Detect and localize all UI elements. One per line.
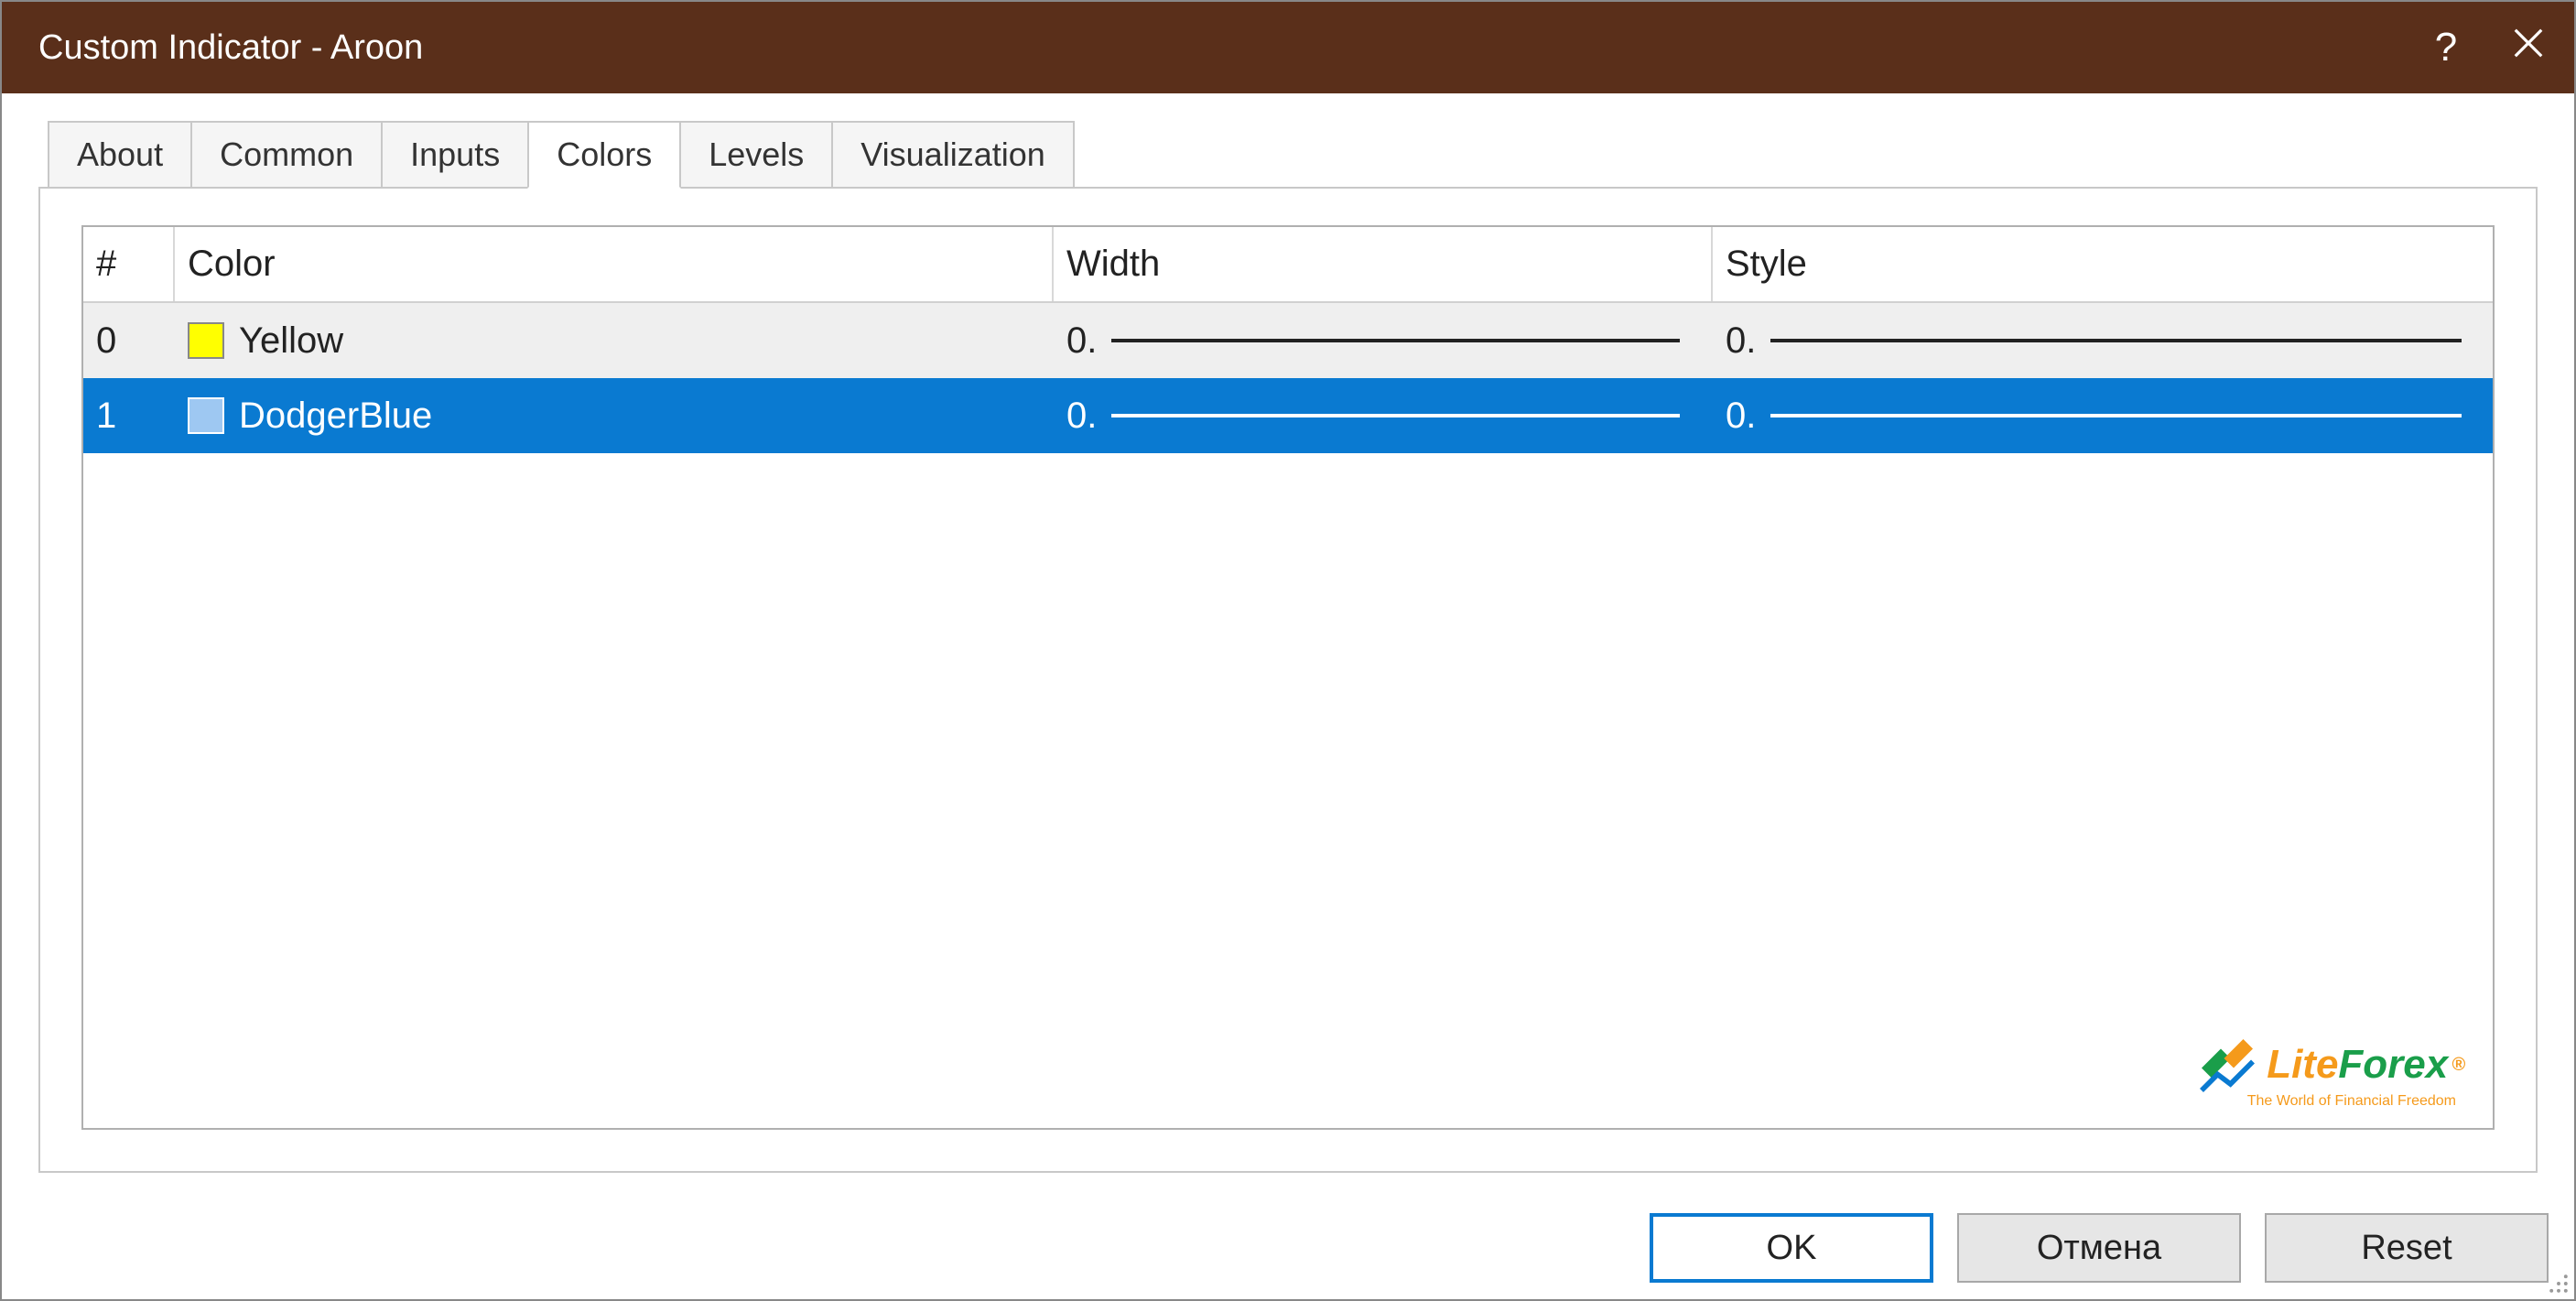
titlebar: Custom Indicator - Aroon ? — [2, 2, 2574, 93]
line-style-sample-icon — [1770, 339, 2462, 342]
tab-strip: About Common Inputs Colors Levels Visual… — [48, 121, 2538, 187]
table-row[interactable]: 1 DodgerBlue 0. 0. — [83, 378, 2493, 453]
tab-inputs[interactable]: Inputs — [381, 121, 529, 187]
header-color[interactable]: Color — [175, 227, 1054, 301]
header-index[interactable]: # — [83, 227, 175, 301]
cell-style: 0. — [1713, 378, 2493, 453]
watermark-logo: LiteForex® The World of Financial Freedo… — [2195, 1033, 2465, 1110]
cell-index: 0 — [83, 303, 175, 378]
style-value: 0. — [1726, 396, 1756, 437]
colors-table: # Color Width Style 0 Yellow 0. — [81, 225, 2495, 1130]
cancel-button[interactable]: Отмена — [1957, 1213, 2241, 1283]
tab-levels[interactable]: Levels — [679, 121, 833, 187]
close-icon — [2511, 26, 2546, 60]
indicator-properties-dialog: Custom Indicator - Aroon ? About Common … — [0, 0, 2576, 1301]
table-header: # Color Width Style — [83, 227, 2493, 303]
liteforex-logo-icon — [2195, 1033, 2259, 1097]
resize-grip-icon[interactable] — [2547, 1272, 2571, 1296]
color-swatch-icon — [188, 322, 224, 359]
line-width-sample-icon — [1111, 339, 1680, 342]
header-style[interactable]: Style — [1713, 227, 2493, 301]
tab-panel-colors: # Color Width Style 0 Yellow 0. — [38, 187, 2538, 1173]
ok-button[interactable]: OK — [1650, 1213, 1933, 1283]
width-value: 0. — [1066, 320, 1097, 362]
style-value: 0. — [1726, 320, 1756, 362]
cell-color: DodgerBlue — [175, 378, 1054, 453]
reset-button[interactable]: Reset — [2265, 1213, 2549, 1283]
cell-style: 0. — [1713, 303, 2493, 378]
tab-visualization[interactable]: Visualization — [831, 121, 1074, 187]
color-name: DodgerBlue — [239, 396, 432, 437]
window-title: Custom Indicator - Aroon — [38, 28, 2419, 68]
line-width-sample-icon — [1111, 414, 1680, 417]
color-swatch-icon — [188, 397, 224, 434]
cell-index: 1 — [83, 378, 175, 453]
width-value: 0. — [1066, 396, 1097, 437]
tab-about[interactable]: About — [48, 121, 192, 187]
header-width[interactable]: Width — [1054, 227, 1713, 301]
cell-width: 0. — [1054, 303, 1713, 378]
tab-colors[interactable]: Colors — [527, 121, 681, 189]
titlebar-controls: ? — [2419, 25, 2556, 70]
table-row[interactable]: 0 Yellow 0. 0. — [83, 303, 2493, 378]
color-name: Yellow — [239, 320, 343, 362]
content-area: About Common Inputs Colors Levels Visual… — [2, 93, 2574, 1191]
cell-width: 0. — [1054, 378, 1713, 453]
close-button[interactable] — [2501, 25, 2556, 70]
line-style-sample-icon — [1770, 414, 2462, 417]
dialog-button-bar: OK Отмена Reset — [2, 1191, 2574, 1299]
watermark-text: LiteForex® — [2195, 1033, 2465, 1097]
help-button[interactable]: ? — [2419, 25, 2473, 70]
cell-color: Yellow — [175, 303, 1054, 378]
tab-common[interactable]: Common — [190, 121, 383, 187]
